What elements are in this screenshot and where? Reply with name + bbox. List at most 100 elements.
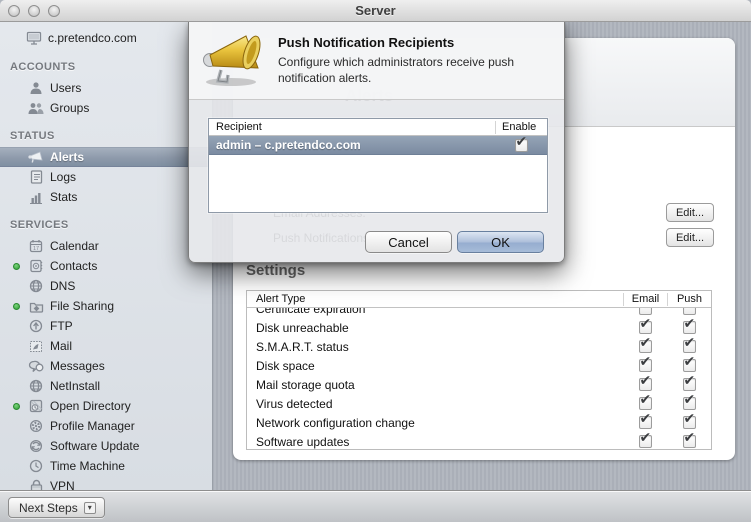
sheet-description: Configure which administrators receive p…	[278, 54, 550, 86]
sidebar-item-groups[interactable]: Groups	[0, 98, 212, 118]
email-cell: ✔	[623, 378, 667, 391]
gear-icon	[28, 419, 44, 434]
table-row[interactable]: admin – c.pretendco.com ✔	[209, 136, 547, 155]
email-cell: ✔	[623, 340, 667, 353]
sidebar-item-logs[interactable]: Logs	[0, 167, 212, 187]
sidebar-item-file-sharing[interactable]: File Sharing	[0, 296, 212, 316]
sidebar-item-vpn[interactable]: VPN	[0, 476, 212, 490]
sidebar-item-messages[interactable]: Messages	[0, 356, 212, 376]
checkbox-checked[interactable]: ✔	[683, 397, 696, 410]
sidebar-item-stats[interactable]: Stats	[0, 187, 212, 207]
sidebar-item-label: NetInstall	[50, 379, 100, 393]
checkbox-checked[interactable]: ✔	[639, 378, 652, 391]
sidebar-item-alerts[interactable]: Alerts	[0, 147, 212, 167]
checkbox-checked[interactable]: ✔	[683, 340, 696, 353]
sidebar-item-software-update[interactable]: Software Update	[0, 436, 212, 456]
ok-button[interactable]: OK	[457, 231, 544, 253]
checkbox-checked[interactable]: ✔	[639, 340, 652, 353]
directory-icon	[28, 399, 44, 414]
checkbox-checked[interactable]: ✔	[683, 435, 696, 448]
alert-type-label: Software updates	[247, 435, 623, 449]
user-icon	[28, 81, 44, 96]
column-alert-type[interactable]: Alert Type	[247, 293, 623, 305]
recipients-table-header: Recipient Enable	[209, 119, 547, 136]
sidebar-item-dns[interactable]: DNS	[0, 276, 212, 296]
column-email[interactable]: Email	[623, 293, 667, 306]
email-cell: ✔	[623, 435, 667, 448]
email-cell: ✔	[623, 308, 667, 315]
sidebar-item-netinstall[interactable]: NetInstall	[0, 376, 212, 396]
checkbox-checked[interactable]: ✔	[683, 359, 696, 372]
alert-type-label: S.M.A.R.T. status	[247, 340, 623, 354]
checkmark-icon: ✔	[684, 335, 696, 351]
cancel-button[interactable]: Cancel	[365, 231, 452, 253]
checkbox-checked[interactable]: ✔	[639, 359, 652, 372]
recipient-label: admin – c.pretendco.com	[209, 138, 495, 152]
checkbox-checked[interactable]: ✔	[639, 308, 652, 315]
table-row[interactable]: Software updates ✔ ✔	[247, 432, 711, 449]
sidebar-item-label: Groups	[50, 101, 89, 115]
sidebar-item-label: Contacts	[50, 259, 97, 273]
sidebar-item-contacts[interactable]: Contacts	[0, 256, 212, 276]
chevron-down-icon: ▾	[84, 502, 96, 514]
checkmark-icon: ✔	[640, 392, 652, 408]
checkmark-icon: ✔	[684, 430, 696, 446]
sidebar-item-mail[interactable]: Mail	[0, 336, 212, 356]
column-push[interactable]: Push	[667, 293, 711, 306]
column-recipient[interactable]: Recipient	[209, 121, 495, 133]
checkmark-icon: ✔	[640, 430, 652, 446]
alert-type-label: Disk space	[247, 359, 623, 373]
sidebar-item-calendar[interactable]: 17Calendar	[0, 236, 212, 256]
checkmark-icon: ✔	[684, 392, 696, 408]
checkmark-icon: ✔	[640, 316, 652, 332]
checkbox-checked[interactable]: ✔	[639, 416, 652, 429]
sidebar-item-label: Stats	[50, 190, 77, 204]
sidebar-item-label: Time Machine	[50, 459, 125, 473]
email-cell: ✔	[623, 321, 667, 334]
sidebar-item-profile-manager[interactable]: Profile Manager	[0, 416, 212, 436]
stats-icon	[28, 190, 44, 205]
checkmark-icon: ✔	[684, 354, 696, 370]
sidebar-item-label: DNS	[50, 279, 75, 293]
checkbox-checked[interactable]: ✔	[683, 378, 696, 391]
sidebar-item-users[interactable]: Users	[0, 78, 212, 98]
enable-cell: ✔	[495, 139, 547, 152]
edit-button[interactable]: Edit...	[666, 228, 714, 247]
checkbox-checked[interactable]: ✔	[639, 397, 652, 410]
log-icon	[28, 170, 44, 185]
status-bar: Next Steps ▾	[0, 490, 751, 522]
sheet-header: Push Notification Recipients Configure w…	[189, 22, 564, 100]
column-enable[interactable]: Enable	[495, 121, 547, 134]
title-bar: Server	[0, 0, 751, 22]
checkbox-checked[interactable]: ✔	[683, 321, 696, 334]
sidebar-item-time-machine[interactable]: Time Machine	[0, 456, 212, 476]
update-icon	[28, 439, 44, 454]
alert-table-header: Alert Type Email Push	[247, 291, 711, 308]
server-label: c.pretendco.com	[48, 31, 137, 45]
checkbox-checked[interactable]: ✔	[683, 416, 696, 429]
checkmark-icon: ✔	[640, 308, 652, 313]
running-status-dot	[13, 263, 20, 270]
checkbox-checked[interactable]: ✔	[639, 321, 652, 334]
sidebar-item-server[interactable]: c.pretendco.com	[0, 27, 212, 49]
alert-type-label: Disk unreachable	[247, 321, 623, 335]
sidebar-item-ftp[interactable]: FTP	[0, 316, 212, 336]
sidebar: c.pretendco.com ACCOUNTSUsersGroupsSTATU…	[0, 22, 213, 490]
checkbox-checked[interactable]: ✔	[683, 308, 696, 315]
sidebar-item-open-directory[interactable]: Open Directory	[0, 396, 212, 416]
globe-icon	[28, 279, 44, 294]
sidebar-item-label: VPN	[50, 479, 75, 490]
checkbox-checked[interactable]: ✔	[515, 139, 528, 152]
next-steps-button[interactable]: Next Steps ▾	[8, 497, 105, 518]
sidebar-item-label: Logs	[50, 170, 76, 184]
sidebar-section-accounts: ACCOUNTS	[0, 61, 212, 78]
push-recipients-sheet: Push Notification Recipients Configure w…	[188, 22, 565, 263]
contacts-icon	[28, 259, 44, 274]
push-cell: ✔	[667, 416, 711, 429]
alert-type-label: Mail storage quota	[247, 378, 623, 392]
push-cell: ✔	[667, 308, 711, 315]
edit-button[interactable]: Edit...	[666, 203, 714, 222]
alert-type-label: Virus detected	[247, 397, 623, 411]
checkbox-checked[interactable]: ✔	[639, 435, 652, 448]
checkmark-icon: ✔	[640, 335, 652, 351]
